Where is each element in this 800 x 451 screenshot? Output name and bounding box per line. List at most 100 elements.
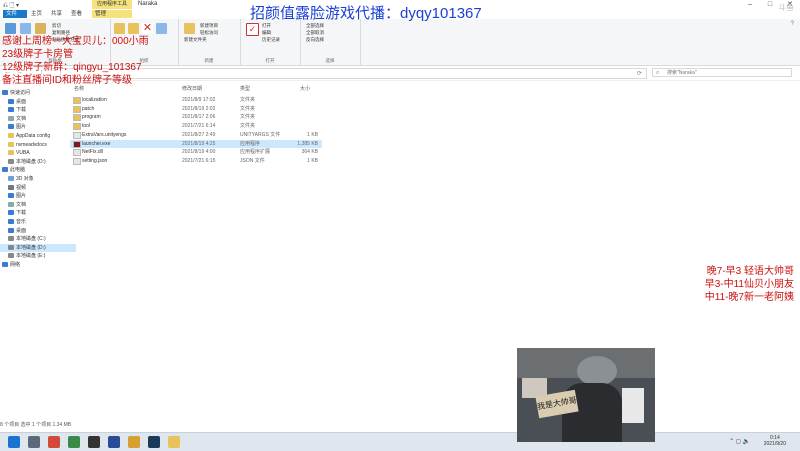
sidebar-item[interactable]: 桌面: [0, 227, 76, 235]
file-row[interactable]: ExtraVars.unityengs 2021/8/27 2:49 UNITYAR…: [70, 131, 322, 139]
sidebar-item[interactable]: 网络: [0, 261, 70, 269]
overlay-right-line: 中11-晚7新一老阿姨: [704, 292, 794, 303]
tab-share[interactable]: 共享: [48, 10, 65, 18]
tab-file[interactable]: 文件: [3, 10, 27, 18]
sidebar-item[interactable]: 本地磁盘 (E:): [0, 252, 76, 260]
column-size[interactable]: 大小: [300, 85, 310, 92]
sidebar-item-label: 下载: [16, 107, 27, 114]
select-none-label[interactable]: 全部取消: [306, 30, 324, 36]
sidebar-item-label: 文档: [16, 115, 27, 122]
sidebar-item[interactable]: 3D 对象: [0, 175, 76, 183]
file-row[interactable]: setting.json 2021/7/21 6:15 JSON 文件 1 KB: [70, 157, 322, 165]
ribbon-group-label: 打开: [265, 58, 275, 63]
help-icon[interactable]: ?: [791, 21, 794, 27]
computer-icon: [2, 167, 8, 173]
sidebar-item[interactable]: 本地磁盘 (D:): [0, 158, 76, 166]
ribbon-group-open: ✓ 打开 编辑 历史记录 打开: [240, 19, 301, 65]
sidebar-item[interactable]: 本地磁盘 (D:): [0, 243, 76, 252]
taskbar-clock[interactable]: 0:14 2021/9/20: [764, 435, 786, 447]
picture-icon: [8, 124, 14, 130]
file-name: localization: [82, 97, 107, 103]
new-folder-icon[interactable]: [184, 23, 195, 34]
drive-icon: [8, 158, 14, 164]
ribbon-group-label: 新建: [204, 58, 214, 63]
file-row[interactable]: launcher.exe 2021/8/19 4:25 应用程序 1,385 KB: [70, 139, 322, 148]
minimize-button[interactable]: –: [740, 0, 760, 9]
file-date: 2021/8/9 17:02: [182, 97, 216, 103]
tray-icons[interactable]: ⌃ ◻ 🔈: [729, 438, 750, 445]
sidebar-item[interactable]: 此电脑: [0, 166, 70, 174]
history-label[interactable]: 历史记录: [262, 37, 280, 43]
column-type[interactable]: 类型: [240, 85, 250, 92]
app-icon: [73, 140, 81, 148]
overlay-title: 招颜值露脸游戏代播：dyqy101367: [250, 5, 482, 22]
new-item-label[interactable]: 新建项目: [200, 23, 218, 29]
context-tab-label[interactable]: 应用程序工具: [92, 0, 132, 9]
sidebar-item[interactable]: 文档: [0, 115, 76, 123]
file-row[interactable]: localization 2021/8/9 17:02 文件夹: [70, 96, 322, 104]
file-row[interactable]: tool 2021/7/21 6:14 文件夹: [70, 122, 322, 131]
sidebar-item[interactable]: 快速访问: [0, 89, 70, 97]
edit-label[interactable]: 编辑: [262, 30, 271, 36]
file-name: tool: [82, 123, 91, 130]
chrome-icon[interactable]: [48, 436, 60, 448]
sidebar-item[interactable]: nvmeadvdocs: [0, 141, 76, 149]
new-folder-label[interactable]: 新建文件夹: [184, 37, 207, 43]
maximize-button[interactable]: □: [760, 0, 780, 9]
tool-icon[interactable]: [128, 436, 140, 448]
sidebar-item[interactable]: 文档: [0, 201, 76, 209]
file-row[interactable]: NetFix.dll 2021/8/19 4:00 应用程序扩展 364 KB: [70, 148, 322, 157]
search-icon: ⌕: [656, 70, 660, 76]
sidebar-item[interactable]: 下载: [0, 209, 76, 217]
sidebar-item-label: 本地磁盘 (C:): [16, 236, 46, 243]
column-name[interactable]: 名称: [74, 85, 84, 92]
steam-icon[interactable]: [148, 436, 160, 448]
sidebar-item[interactable]: 图片: [0, 192, 76, 200]
sidebar-item-label: 文档: [16, 201, 27, 208]
column-date[interactable]: 修改日期: [182, 85, 202, 92]
search-taskbar-icon[interactable]: [28, 436, 40, 448]
app-icon[interactable]: [108, 436, 120, 448]
file-size: 1 KB: [307, 157, 318, 164]
file-date: 2021/8/19 4:25: [182, 140, 216, 147]
game-icon[interactable]: [68, 436, 80, 448]
properties-icon[interactable]: ✓: [246, 23, 259, 36]
sidebar-item[interactable]: AppData config: [0, 132, 76, 140]
windows-start-icon[interactable]: [8, 436, 20, 448]
sidebar-item[interactable]: 本地磁盘 (C:): [0, 235, 76, 243]
sidebar-item[interactable]: 音乐: [0, 218, 76, 226]
file-type: 应用程序扩展: [240, 149, 271, 156]
sidebar-item-label: 桌面: [16, 227, 27, 234]
tab-manage[interactable]: 管理: [92, 10, 132, 18]
file-name: launcher.exe: [82, 140, 111, 147]
sidebar-item[interactable]: 下载: [0, 106, 76, 114]
desktop-icon: [8, 98, 14, 104]
document-icon: [8, 201, 14, 207]
platform-watermark: 斗鱼: [778, 3, 794, 12]
sidebar-item[interactable]: VUBA: [0, 149, 76, 157]
obs-icon[interactable]: [88, 436, 100, 448]
sidebar-item[interactable]: 桌面: [0, 98, 76, 106]
file-name: NetFix.dll: [82, 149, 103, 156]
invert-selection-label[interactable]: 反向选择: [306, 37, 324, 43]
rename-icon[interactable]: [156, 23, 167, 34]
search-input[interactable]: 搜索"Naraka": [652, 68, 792, 77]
address-field[interactable]: [60, 68, 647, 79]
cut-label[interactable]: 剪切: [52, 23, 61, 29]
file-icon: [73, 149, 81, 157]
sidebar-item[interactable]: 视频: [0, 184, 76, 192]
refresh-icon[interactable]: ⟳: [637, 70, 642, 77]
open-label[interactable]: 打开: [262, 23, 271, 29]
select-all-label[interactable]: 全部选择: [306, 23, 324, 29]
network-icon: [2, 262, 8, 267]
file-row[interactable]: patch 2021/8/19 2:02 文件夹: [70, 105, 322, 113]
tab-home[interactable]: 主页: [28, 10, 45, 18]
easy-access-label[interactable]: 轻松访问: [200, 30, 218, 36]
file-row[interactable]: program 2021/8/17 2:06 文件夹: [70, 113, 322, 122]
tab-view[interactable]: 查看: [68, 10, 85, 18]
sidebar-item[interactable]: 图片: [0, 123, 76, 131]
file-type: UNITYARGS 文件: [240, 131, 281, 138]
explorer-icon[interactable]: [168, 436, 180, 448]
sidebar-item-label: nvmeadvdocs: [16, 141, 47, 148]
download-icon: [8, 107, 14, 113]
